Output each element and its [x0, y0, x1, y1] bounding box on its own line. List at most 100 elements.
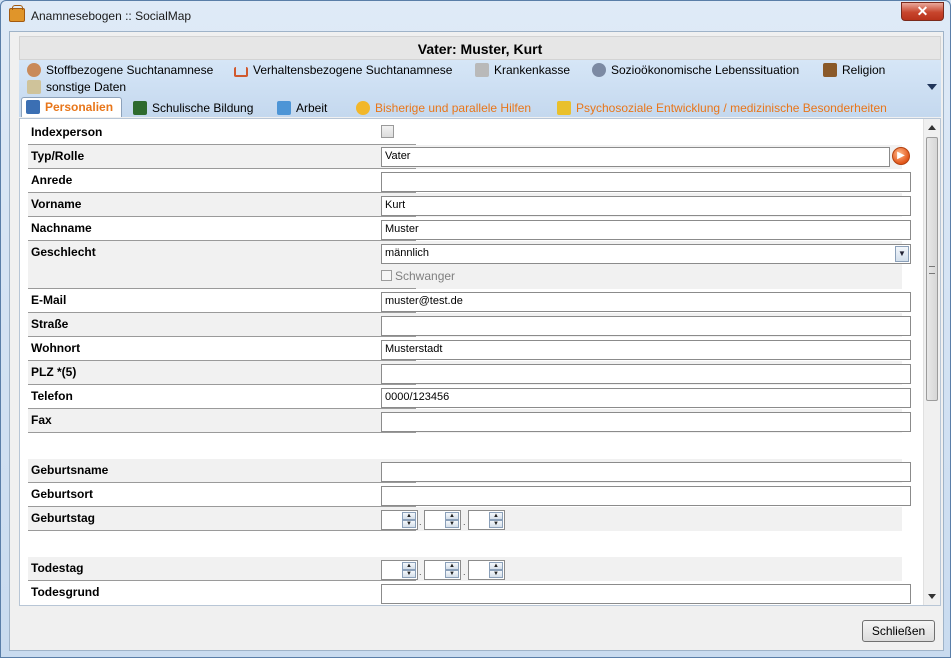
form-row-nachname: Nachname Muster [28, 217, 911, 241]
form-row-todesgrund: Todesgrund [28, 581, 911, 605]
todestag-day-spinner[interactable]: ▲ ▼ [381, 560, 418, 580]
wohnort-field[interactable]: Musterstadt [381, 340, 911, 360]
spin-up-icon[interactable]: ▲ [402, 512, 416, 520]
vorname-field[interactable]: Kurt [381, 196, 911, 216]
schwanger-label: Schwanger [395, 269, 456, 283]
spin-down-icon[interactable]: ▼ [445, 570, 459, 578]
form-row-typ-rolle: Typ/Rolle Vater ▶ [28, 145, 910, 169]
nachname-field[interactable]: Muster [381, 220, 911, 240]
tab-label: Schulische Bildung [152, 101, 254, 115]
tab-label: Stoffbezogene Suchtanamnese [46, 63, 214, 77]
date-separator: . [419, 567, 422, 577]
vertical-scrollbar[interactable] [923, 119, 940, 605]
spin-down-icon[interactable]: ▼ [402, 520, 416, 528]
geburtsname-field[interactable] [381, 462, 911, 482]
form-row-strasse: Straße [28, 313, 911, 337]
tab-label: Krankenkasse [494, 63, 571, 77]
nachname-label: Nachname [31, 221, 92, 235]
geburtsort-label: Geburtsort [31, 487, 94, 501]
geburtstag-day-spinner[interactable]: ▲ ▼ [381, 510, 418, 530]
puzzle-icon [557, 101, 571, 115]
anrede-label: Anrede [31, 173, 73, 187]
geburtsort-field[interactable] [381, 486, 911, 506]
form-row-todestag: Todestag ▲ ▼ . ▲ ▼ . ▲ ▼ [28, 557, 902, 581]
geburtstag-month-spinner[interactable]: ▲ ▼ [424, 510, 461, 530]
tab-krankenkasse[interactable]: Krankenkasse [475, 62, 570, 80]
spin-down-icon[interactable]: ▼ [489, 570, 503, 578]
clipboard-icon [27, 80, 41, 94]
form-row-vorname: Vorname Kurt [28, 193, 911, 217]
lifebuoy-icon [356, 101, 370, 115]
chevron-down-icon[interactable]: ▼ [895, 246, 909, 262]
todesgrund-field[interactable] [381, 584, 911, 604]
scroll-thumb[interactable] [926, 137, 938, 401]
form-row-geschlecht: Geschlecht männlich ▼ Schwanger [28, 241, 911, 289]
dialog-body: Vater: Muster, Kurt Stoffbezogene Suchta… [9, 31, 944, 651]
spin-up-icon[interactable]: ▲ [489, 562, 503, 570]
tab-arbeit[interactable]: Arbeit [277, 100, 327, 118]
schwanger-checkbox[interactable]: Schwanger [381, 269, 455, 283]
spin-down-icon[interactable]: ▼ [489, 520, 503, 528]
spin-up-icon[interactable]: ▲ [445, 512, 459, 520]
title-bar[interactable]: Anamnesebogen :: SocialMap ✕ [1, 1, 950, 31]
spin-up-icon[interactable]: ▲ [489, 512, 503, 520]
tab-bisherige-und-parallele-hilfen[interactable]: Bisherige und parallele Hilfen [356, 100, 531, 118]
telefon-field[interactable]: 0000/123456 [381, 388, 911, 408]
plz-field[interactable] [381, 364, 911, 384]
book-icon [823, 63, 837, 77]
spin-up-icon[interactable]: ▲ [445, 562, 459, 570]
form-row-geburtstag: Geburtstag ▲ ▼ . ▲ ▼ . ▲ ▼ [28, 507, 902, 531]
anrede-field[interactable] [381, 172, 911, 192]
telefon-label: Telefon [31, 389, 73, 403]
row-divider [28, 530, 416, 531]
form-row-fax: Fax [28, 409, 911, 433]
spin-down-icon[interactable]: ▼ [445, 520, 459, 528]
geschlecht-select[interactable]: männlich ▼ [381, 244, 911, 264]
email-label: E-Mail [31, 293, 67, 307]
fax-field[interactable] [381, 412, 911, 432]
tab-personalien[interactable]: Personalien [21, 97, 123, 117]
tab-sonstige-daten[interactable]: sonstige Daten [27, 79, 126, 97]
date-separator: . [419, 517, 422, 527]
form-row-geburtsname: Geburtsname [28, 459, 911, 483]
schwanger-box[interactable] [381, 270, 392, 281]
email-field[interactable]: muster@test.de [381, 292, 911, 312]
tab-religion[interactable]: Religion [823, 62, 885, 80]
strasse-field[interactable] [381, 316, 911, 336]
schliessen-button[interactable]: Schließen [862, 620, 935, 642]
tab-label: Psychosoziale Entwicklung / medizinische… [576, 101, 887, 115]
tab-verhaltensbezogene-suchtanamnese[interactable]: Verhaltensbezogene Suchtanamnese [234, 62, 452, 80]
tab-stoffbezogene-suchtanamnese[interactable]: Stoffbezogene Suchtanamnese [27, 62, 213, 80]
form-row-indexperson: Indexperson [28, 121, 902, 145]
indexperson-checkbox[interactable] [381, 125, 394, 138]
spin-up-icon[interactable]: ▲ [402, 562, 416, 570]
geschlecht-value: männlich [385, 247, 430, 259]
tab-soziooekonomische-lebenssituation[interactable]: Sozioökonomische Lebenssituation [592, 62, 799, 80]
todestag-year-spinner[interactable]: ▲ ▼ [468, 560, 505, 580]
tab-psychosoziale-entwicklung[interactable]: Psychosoziale Entwicklung / medizinische… [557, 100, 887, 118]
tab-label: Personalien [45, 100, 114, 114]
plz-label: PLZ *(5) [31, 365, 77, 379]
blackboard-icon [133, 101, 147, 115]
geburtsname-label: Geburtsname [31, 463, 109, 477]
window-title: Anamnesebogen :: SocialMap [31, 9, 192, 23]
go-arrow-icon[interactable]: ▶ [892, 147, 910, 165]
briefcase-icon [9, 5, 25, 22]
tabs-overflow-arrow-icon[interactable] [927, 84, 937, 90]
spin-down-icon[interactable]: ▼ [402, 570, 416, 578]
geburtstag-year-spinner[interactable]: ▲ ▼ [468, 510, 505, 530]
tab-label: Arbeit [296, 101, 328, 115]
personalien-form: Indexperson Typ/Rolle Vater ▶ Anrede Vor… [19, 118, 941, 606]
row-divider [28, 432, 416, 433]
tab-strip: Stoffbezogene Suchtanamnese Verhaltensbe… [19, 60, 941, 117]
todestag-month-spinner[interactable]: ▲ ▼ [424, 560, 461, 580]
scroll-down-icon[interactable] [928, 594, 936, 599]
scroll-up-icon[interactable] [928, 125, 936, 130]
form-row-plz: PLZ *(5) [28, 361, 911, 385]
form-row-telefon: Telefon 0000/123456 [28, 385, 911, 409]
tab-schulische-bildung[interactable]: Schulische Bildung [133, 100, 253, 118]
typ-rolle-field[interactable]: Vater [381, 147, 890, 167]
form-row-anrede: Anrede [28, 169, 911, 193]
vorname-label: Vorname [31, 197, 82, 211]
window-close-button[interactable]: ✕ [901, 2, 944, 21]
